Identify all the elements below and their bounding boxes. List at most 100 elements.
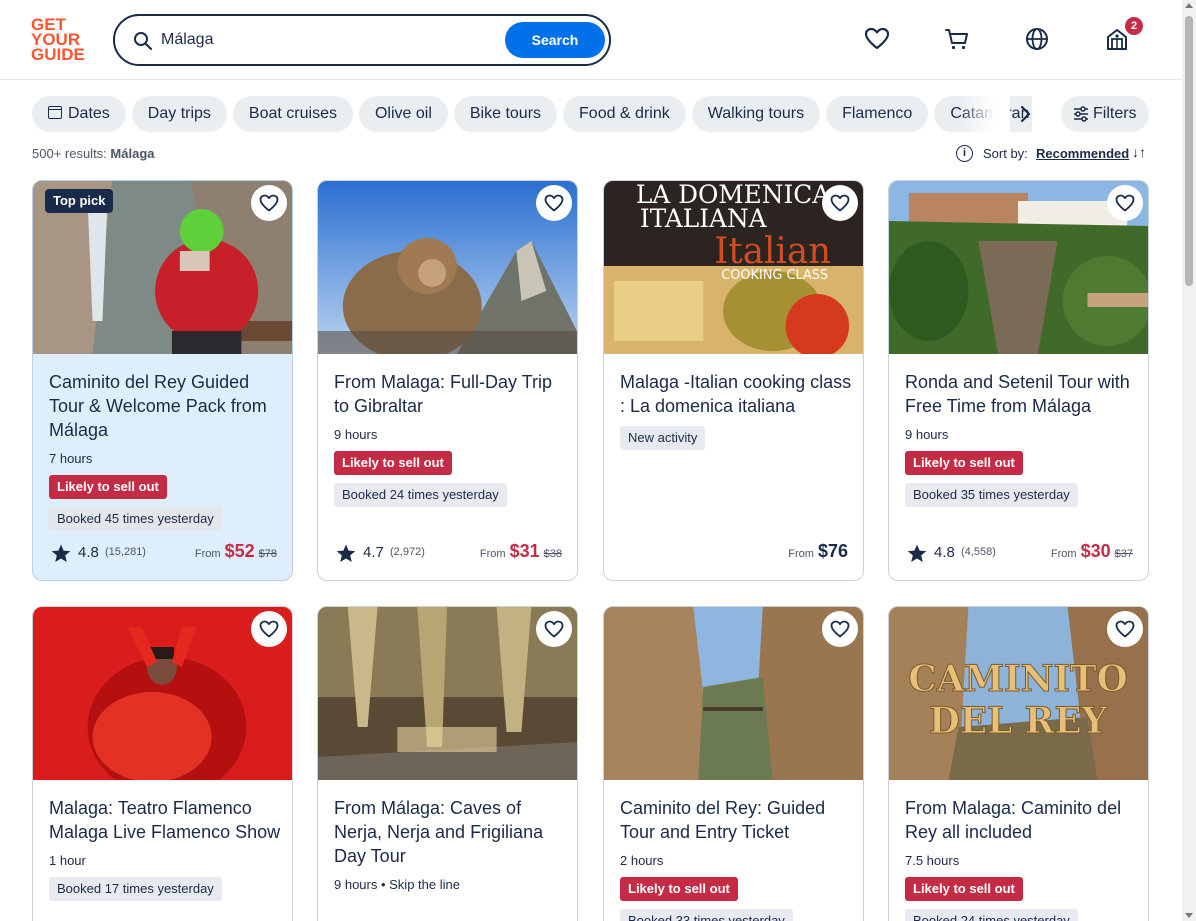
current-price: $76 — [817, 541, 848, 561]
chip-olive-oil[interactable]: Olive oil — [358, 96, 448, 132]
wishlist-button[interactable] — [1107, 611, 1143, 647]
top-pick-badge: Top pick — [45, 189, 114, 213]
chip-food-drink[interactable]: Food & drink — [563, 96, 686, 132]
chip-day-trips[interactable]: Day trips — [131, 96, 227, 132]
original-price: $37 — [1114, 548, 1133, 560]
heart-icon — [1115, 620, 1135, 638]
activity-duration: 9 hours — [334, 427, 378, 442]
chips-fade — [960, 96, 1010, 132]
sort-control[interactable]: i Sort by: Recommended ↓↑ — [956, 144, 1150, 164]
chip-flamenco[interactable]: Flamenco — [826, 96, 929, 132]
heart-icon — [544, 194, 564, 212]
globe-icon[interactable] — [1024, 26, 1050, 52]
activity-card[interactable]: Top pick Caminito del Rey Guided Tour & … — [32, 180, 293, 581]
current-price: $30 — [1080, 541, 1111, 561]
cart-icon[interactable] — [944, 26, 970, 52]
heart-icon — [830, 620, 850, 638]
activity-title[interactable]: Caminito del Rey: Guided Tour and Entry … — [620, 796, 856, 844]
chip-walking-tours[interactable]: Walking tours — [691, 96, 821, 132]
rating-score: 4.8 — [78, 544, 99, 561]
activity-duration: 9 hours • Skip the line — [334, 877, 460, 892]
current-price: $52 — [224, 541, 255, 561]
chip-bike-tours[interactable]: Bike tours — [453, 96, 558, 132]
scroll-down-arrow[interactable] — [1185, 913, 1193, 918]
wishlist-button[interactable] — [536, 611, 572, 647]
activity-duration: 2 hours — [620, 853, 664, 868]
activity-title[interactable]: From Malaga: Full-Day Trip to Gibraltar — [334, 370, 570, 418]
original-price: $38 — [543, 548, 562, 560]
heart-icon — [259, 194, 279, 212]
wishlist-button[interactable] — [822, 611, 858, 647]
activity-card[interactable]: Caminito del Rey: Guided Tour and Entry … — [603, 606, 864, 921]
activity-card[interactable]: CAMINITO DEL REY From Malaga: Caminito d… — [888, 606, 1149, 921]
activity-duration: 1 hour — [49, 853, 86, 868]
activity-duration: 7 hours — [49, 451, 93, 466]
rating-score: 4.7 — [363, 544, 384, 561]
chip-dates[interactable]: Dates — [32, 96, 126, 132]
scroll-thumb[interactable] — [1185, 16, 1193, 286]
likely-to-sell-out-badge: Likely to sell out — [905, 877, 1023, 901]
price: From $31 $38 — [479, 541, 562, 561]
activity-card[interactable]: LA DOMENICA ITALIANA Italian COOKING CLA… — [603, 180, 864, 581]
search-button[interactable]: Search — [505, 22, 605, 58]
search-icon — [134, 32, 152, 50]
results-count: 500+ results: Málaga — [32, 146, 155, 161]
logo-line-3: GUIDE — [31, 45, 85, 64]
filters-label: Filters — [1093, 105, 1137, 122]
image-caption-line-2: ITALIANA — [640, 204, 768, 233]
search-input[interactable] — [161, 28, 491, 52]
star-icon — [51, 544, 71, 562]
wishlist-button[interactable] — [251, 611, 287, 647]
category-chips: Dates Day trips Boat cruises Olive oil Bike … — [32, 96, 1032, 132]
booked-count-badge: Booked 35 times yesterday — [905, 483, 1078, 507]
sort-order-icon[interactable]: ↓↑ — [1132, 144, 1146, 160]
current-price: $31 — [509, 541, 540, 561]
booked-count-badge: Booked 45 times yesterday — [49, 507, 222, 531]
activity-title[interactable]: From Málaga: Caves of Nerja, Nerja and F… — [334, 796, 570, 868]
getyourguide-logo[interactable]: GET YOUR GUIDE — [31, 16, 91, 64]
price: From $52 $78 — [194, 541, 277, 561]
sort-label: Sort by: — [983, 146, 1028, 161]
heart-icon — [544, 620, 564, 638]
sort-value[interactable]: Recommended — [1036, 146, 1129, 161]
wishlist-button[interactable] — [1107, 185, 1143, 221]
booked-count-badge: Booked 17 times yesterday — [49, 877, 222, 901]
wishlist-button[interactable] — [251, 185, 287, 221]
filters-button[interactable]: Filters — [1061, 96, 1149, 132]
chevron-right-icon[interactable] — [1015, 104, 1035, 124]
activity-title[interactable]: Caminito del Rey Guided Tour & Welcome P… — [49, 370, 285, 442]
activity-title[interactable]: From Malaga: Caminito del Rey all includ… — [905, 796, 1141, 844]
booked-count-badge: Booked 33 times yesterday — [620, 909, 793, 921]
sliders-icon — [1074, 106, 1088, 122]
likely-to-sell-out-badge: Likely to sell out — [905, 451, 1023, 475]
calendar-icon — [48, 106, 62, 119]
page-scrollbar[interactable] — [1182, 0, 1196, 921]
activity-title[interactable]: Ronda and Setenil Tour with Free Time fr… — [905, 370, 1141, 418]
search-bar: Search — [113, 14, 611, 66]
activity-card[interactable]: Malaga: Teatro Flamenco Malaga Live Flam… — [32, 606, 293, 921]
activity-title[interactable]: Malaga -Italian cooking class : La domen… — [620, 370, 856, 418]
original-price: $78 — [258, 548, 277, 560]
review-count: (15,281) — [105, 546, 146, 558]
activity-card[interactable]: From Malaga: Full-Day Trip to Gibraltar … — [317, 180, 578, 581]
activity-card[interactable]: Ronda and Setenil Tour with Free Time fr… — [888, 180, 1149, 581]
booked-count-badge: Booked 24 times yesterday — [905, 909, 1078, 921]
cart-count-badge: 2 — [1125, 17, 1143, 35]
wishlist-button[interactable] — [536, 185, 572, 221]
activity-card[interactable]: From Málaga: Caves of Nerja, Nerja and F… — [317, 606, 578, 921]
review-count: (2,972) — [390, 546, 425, 558]
wishlist-button[interactable] — [822, 185, 858, 221]
heart-icon[interactable] — [864, 26, 890, 52]
likely-to-sell-out-badge: Likely to sell out — [334, 451, 452, 475]
activity-duration: 7.5 hours — [905, 853, 960, 868]
rating-score: 4.8 — [934, 544, 955, 561]
scroll-up-arrow[interactable] — [1185, 3, 1193, 8]
activity-duration: 9 hours — [905, 427, 949, 442]
heart-icon — [1115, 194, 1135, 212]
chip-boat-cruises[interactable]: Boat cruises — [232, 96, 353, 132]
likely-to-sell-out-badge: Likely to sell out — [49, 475, 167, 499]
image-caption-line-1: CAMINITO — [908, 658, 1127, 700]
info-icon[interactable]: i — [956, 145, 973, 162]
activity-title[interactable]: Malaga: Teatro Flamenco Malaga Live Flam… — [49, 796, 285, 844]
likely-to-sell-out-badge: Likely to sell out — [620, 877, 738, 901]
